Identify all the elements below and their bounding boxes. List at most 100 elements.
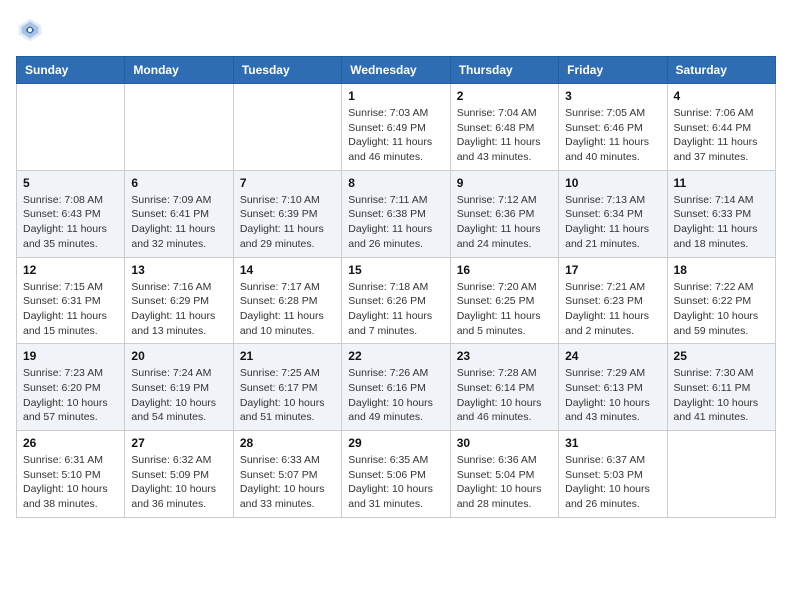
day-info: Sunrise: 7:11 AM Sunset: 6:38 PM Dayligh… xyxy=(348,193,443,252)
day-info: Sunrise: 7:04 AM Sunset: 6:48 PM Dayligh… xyxy=(457,106,552,165)
day-number: 28 xyxy=(240,436,335,450)
day-number: 14 xyxy=(240,263,335,277)
day-number: 30 xyxy=(457,436,552,450)
day-header-sunday: Sunday xyxy=(17,57,125,84)
day-info: Sunrise: 7:18 AM Sunset: 6:26 PM Dayligh… xyxy=(348,280,443,339)
calendar-cell: 11 Sunrise: 7:14 AM Sunset: 6:33 PM Dayli… xyxy=(667,170,775,257)
day-info: Sunrise: 7:13 AM Sunset: 6:34 PM Dayligh… xyxy=(565,193,660,252)
day-number: 21 xyxy=(240,349,335,363)
day-number: 31 xyxy=(565,436,660,450)
day-number: 15 xyxy=(348,263,443,277)
calendar-cell: 21 Sunrise: 7:25 AM Sunset: 6:17 PM Dayli… xyxy=(233,344,341,431)
day-info: Sunrise: 7:17 AM Sunset: 6:28 PM Dayligh… xyxy=(240,280,335,339)
calendar-cell: 29 Sunrise: 6:35 AM Sunset: 5:06 PM Dayli… xyxy=(342,431,450,518)
day-info: Sunrise: 7:22 AM Sunset: 6:22 PM Dayligh… xyxy=(674,280,769,339)
calendar-header-row: SundayMondayTuesdayWednesdayThursdayFrid… xyxy=(17,57,776,84)
calendar-cell: 12 Sunrise: 7:15 AM Sunset: 6:31 PM Dayli… xyxy=(17,257,125,344)
calendar-cell: 24 Sunrise: 7:29 AM Sunset: 6:13 PM Dayli… xyxy=(559,344,667,431)
calendar-cell: 16 Sunrise: 7:20 AM Sunset: 6:25 PM Dayli… xyxy=(450,257,558,344)
calendar-cell: 14 Sunrise: 7:17 AM Sunset: 6:28 PM Dayli… xyxy=(233,257,341,344)
day-info: Sunrise: 7:21 AM Sunset: 6:23 PM Dayligh… xyxy=(565,280,660,339)
calendar-week-3: 12 Sunrise: 7:15 AM Sunset: 6:31 PM Dayli… xyxy=(17,257,776,344)
day-info: Sunrise: 7:16 AM Sunset: 6:29 PM Dayligh… xyxy=(131,280,226,339)
day-info: Sunrise: 7:28 AM Sunset: 6:14 PM Dayligh… xyxy=(457,366,552,425)
day-header-monday: Monday xyxy=(125,57,233,84)
day-number: 19 xyxy=(23,349,118,363)
day-number: 25 xyxy=(674,349,769,363)
calendar-cell: 15 Sunrise: 7:18 AM Sunset: 6:26 PM Dayli… xyxy=(342,257,450,344)
day-number: 16 xyxy=(457,263,552,277)
day-number: 8 xyxy=(348,176,443,190)
day-number: 4 xyxy=(674,89,769,103)
day-number: 26 xyxy=(23,436,118,450)
calendar-week-2: 5 Sunrise: 7:08 AM Sunset: 6:43 PM Daylig… xyxy=(17,170,776,257)
day-number: 10 xyxy=(565,176,660,190)
calendar-cell: 27 Sunrise: 6:32 AM Sunset: 5:09 PM Dayli… xyxy=(125,431,233,518)
day-number: 13 xyxy=(131,263,226,277)
calendar-week-1: 1 Sunrise: 7:03 AM Sunset: 6:49 PM Daylig… xyxy=(17,84,776,171)
day-info: Sunrise: 7:10 AM Sunset: 6:39 PM Dayligh… xyxy=(240,193,335,252)
day-info: Sunrise: 7:12 AM Sunset: 6:36 PM Dayligh… xyxy=(457,193,552,252)
day-info: Sunrise: 6:35 AM Sunset: 5:06 PM Dayligh… xyxy=(348,453,443,512)
calendar-cell: 31 Sunrise: 6:37 AM Sunset: 5:03 PM Dayli… xyxy=(559,431,667,518)
calendar-cell: 18 Sunrise: 7:22 AM Sunset: 6:22 PM Dayli… xyxy=(667,257,775,344)
day-number: 1 xyxy=(348,89,443,103)
day-number: 11 xyxy=(674,176,769,190)
day-info: Sunrise: 7:03 AM Sunset: 6:49 PM Dayligh… xyxy=(348,106,443,165)
day-number: 12 xyxy=(23,263,118,277)
calendar-cell: 7Sunrise: 7:10 AM Sunset: 6:39 PM Daylig… xyxy=(233,170,341,257)
calendar-week-4: 19 Sunrise: 7:23 AM Sunset: 6:20 PM Dayli… xyxy=(17,344,776,431)
day-number: 9 xyxy=(457,176,552,190)
day-info: Sunrise: 6:36 AM Sunset: 5:04 PM Dayligh… xyxy=(457,453,552,512)
calendar-cell: 20 Sunrise: 7:24 AM Sunset: 6:19 PM Dayli… xyxy=(125,344,233,431)
calendar-cell: 23 Sunrise: 7:28 AM Sunset: 6:14 PM Dayli… xyxy=(450,344,558,431)
day-info: Sunrise: 7:14 AM Sunset: 6:33 PM Dayligh… xyxy=(674,193,769,252)
day-info: Sunrise: 7:30 AM Sunset: 6:11 PM Dayligh… xyxy=(674,366,769,425)
day-info: Sunrise: 7:08 AM Sunset: 6:43 PM Dayligh… xyxy=(23,193,118,252)
day-number: 27 xyxy=(131,436,226,450)
day-number: 24 xyxy=(565,349,660,363)
calendar-table: SundayMondayTuesdayWednesdayThursdayFrid… xyxy=(16,56,776,518)
day-info: Sunrise: 7:23 AM Sunset: 6:20 PM Dayligh… xyxy=(23,366,118,425)
day-header-saturday: Saturday xyxy=(667,57,775,84)
calendar-cell: 26 Sunrise: 6:31 AM Sunset: 5:10 PM Dayli… xyxy=(17,431,125,518)
calendar-cell xyxy=(125,84,233,171)
day-number: 20 xyxy=(131,349,226,363)
day-number: 23 xyxy=(457,349,552,363)
day-number: 29 xyxy=(348,436,443,450)
calendar-cell: 2 Sunrise: 7:04 AM Sunset: 6:48 PM Daylig… xyxy=(450,84,558,171)
day-info: Sunrise: 7:15 AM Sunset: 6:31 PM Dayligh… xyxy=(23,280,118,339)
calendar-cell: 3Sunrise: 7:05 AM Sunset: 6:46 PM Daylig… xyxy=(559,84,667,171)
calendar-cell: 28Sunrise: 6:33 AM Sunset: 5:07 PM Dayli… xyxy=(233,431,341,518)
day-number: 17 xyxy=(565,263,660,277)
day-info: Sunrise: 6:37 AM Sunset: 5:03 PM Dayligh… xyxy=(565,453,660,512)
calendar-cell: 19 Sunrise: 7:23 AM Sunset: 6:20 PM Dayli… xyxy=(17,344,125,431)
day-info: Sunrise: 7:09 AM Sunset: 6:41 PM Dayligh… xyxy=(131,193,226,252)
day-number: 22 xyxy=(348,349,443,363)
day-info: Sunrise: 6:31 AM Sunset: 5:10 PM Dayligh… xyxy=(23,453,118,512)
day-header-friday: Friday xyxy=(559,57,667,84)
day-info: Sunrise: 7:24 AM Sunset: 6:19 PM Dayligh… xyxy=(131,366,226,425)
calendar-cell: 13 Sunrise: 7:16 AM Sunset: 6:29 PM Dayli… xyxy=(125,257,233,344)
day-number: 3 xyxy=(565,89,660,103)
calendar-cell: 10 Sunrise: 7:13 AM Sunset: 6:34 PM Dayli… xyxy=(559,170,667,257)
day-number: 5 xyxy=(23,176,118,190)
day-info: Sunrise: 6:32 AM Sunset: 5:09 PM Dayligh… xyxy=(131,453,226,512)
calendar-cell xyxy=(17,84,125,171)
calendar-cell: 9 Sunrise: 7:12 AM Sunset: 6:36 PM Daylig… xyxy=(450,170,558,257)
day-header-tuesday: Tuesday xyxy=(233,57,341,84)
day-info: Sunrise: 7:06 AM Sunset: 6:44 PM Dayligh… xyxy=(674,106,769,165)
day-info: Sunrise: 7:29 AM Sunset: 6:13 PM Dayligh… xyxy=(565,366,660,425)
calendar-cell: 4 Sunrise: 7:06 AM Sunset: 6:44 PM Daylig… xyxy=(667,84,775,171)
calendar-cell: 17 Sunrise: 7:21 AM Sunset: 6:23 PM Dayli… xyxy=(559,257,667,344)
day-number: 2 xyxy=(457,89,552,103)
calendar-week-5: 26 Sunrise: 6:31 AM Sunset: 5:10 PM Dayli… xyxy=(17,431,776,518)
day-info: Sunrise: 7:25 AM Sunset: 6:17 PM Dayligh… xyxy=(240,366,335,425)
logo-icon xyxy=(16,16,44,44)
day-header-thursday: Thursday xyxy=(450,57,558,84)
day-number: 18 xyxy=(674,263,769,277)
calendar-cell: 5 Sunrise: 7:08 AM Sunset: 6:43 PM Daylig… xyxy=(17,170,125,257)
day-number: 6 xyxy=(131,176,226,190)
calendar-cell: 8 Sunrise: 7:11 AM Sunset: 6:38 PM Daylig… xyxy=(342,170,450,257)
day-info: Sunrise: 7:20 AM Sunset: 6:25 PM Dayligh… xyxy=(457,280,552,339)
